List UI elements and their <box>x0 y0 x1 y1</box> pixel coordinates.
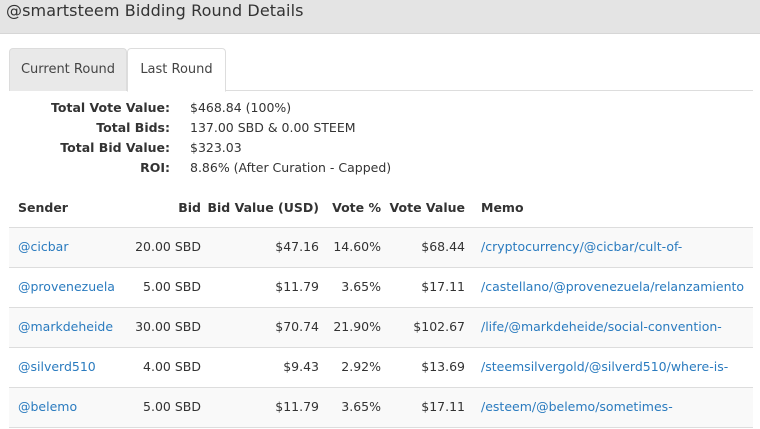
summary-label: ROI: <box>140 160 170 175</box>
summary-label: Total Vote Value: <box>51 100 170 115</box>
memo-link[interactable]: /steemsilvergold/@silverd510/where-is- <box>481 359 753 374</box>
summary-total-vote-value: Total Vote Value: $468.84 (100%) <box>0 100 760 120</box>
vote-value: $17.11 <box>421 399 465 414</box>
memo-link[interactable]: /castellano/@provenezuela/relanzamiento <box>481 279 753 294</box>
table-row: @cicbar 20.00 SBD $47.16 14.60% $68.44 /… <box>9 228 753 268</box>
tab-current-round[interactable]: Current Round <box>9 48 127 91</box>
vote-percent: 21.90% <box>333 319 381 334</box>
bid-value: $47.16 <box>275 239 319 254</box>
page-header: @smartsteem Bidding Round Details <box>0 0 760 34</box>
table-row: @belemo 5.00 SBD $11.79 3.65% $17.11 /es… <box>9 388 753 428</box>
bid-amount: 5.00 SBD <box>143 279 201 294</box>
round-tabs: Current Round Last Round <box>9 48 753 92</box>
memo-link[interactable]: /esteem/@belemo/sometimes- <box>481 399 753 414</box>
summary-value: $323.03 <box>190 140 242 155</box>
sender-link[interactable]: @cicbar <box>18 239 68 254</box>
column-memo: Memo <box>481 200 524 215</box>
vote-value: $17.11 <box>421 279 465 294</box>
sender-link[interactable]: @silverd510 <box>18 359 96 374</box>
table-header: Sender Bid Bid Value (USD) Vote % Vote V… <box>9 188 753 228</box>
column-bid-value: Bid Value (USD) <box>207 200 319 215</box>
tab-last-round[interactable]: Last Round <box>127 48 226 92</box>
table-row: @provenezuela 5.00 SBD $11.79 3.65% $17.… <box>9 268 753 308</box>
bid-amount: 4.00 SBD <box>143 359 201 374</box>
summary-total-bid-value: Total Bid Value: $323.03 <box>0 140 760 160</box>
vote-value: $102.67 <box>413 319 465 334</box>
vote-percent: 3.65% <box>341 399 381 414</box>
summary-total-bids: Total Bids: 137.00 SBD & 0.00 STEEM <box>0 120 760 140</box>
sender-link[interactable]: @markdeheide <box>18 319 113 334</box>
bid-value: $11.79 <box>275 279 319 294</box>
summary-label: Total Bids: <box>96 120 170 135</box>
sender-link[interactable]: @belemo <box>18 399 77 414</box>
summary-roi: ROI: 8.86% (After Curation - Capped) <box>0 160 760 180</box>
bid-value: $70.74 <box>275 319 319 334</box>
memo-link[interactable]: /cryptocurrency/@cicbar/cult-of- <box>481 239 753 254</box>
summary-value: $468.84 (100%) <box>190 100 292 115</box>
column-vote-value: Vote Value <box>389 200 465 215</box>
column-bid: Bid <box>178 200 201 215</box>
page-title: @smartsteem Bidding Round Details <box>6 1 304 20</box>
bid-value: $11.79 <box>275 399 319 414</box>
vote-percent: 3.65% <box>341 279 381 294</box>
bid-amount: 30.00 SBD <box>135 319 201 334</box>
bid-amount: 5.00 SBD <box>143 399 201 414</box>
summary-label: Total Bid Value: <box>60 140 170 155</box>
sender-link[interactable]: @provenezuela <box>18 279 115 294</box>
vote-value: $68.44 <box>421 239 465 254</box>
table-row: @markdeheide 30.00 SBD $70.74 21.90% $10… <box>9 308 753 348</box>
bid-amount: 20.00 SBD <box>135 239 201 254</box>
column-sender: Sender <box>18 200 68 215</box>
memo-link[interactable]: /life/@markdeheide/social-convention- <box>481 319 753 334</box>
vote-percent: 2.92% <box>341 359 381 374</box>
table-row: @silverd510 4.00 SBD $9.43 2.92% $13.69 … <box>9 348 753 388</box>
vote-value: $13.69 <box>421 359 465 374</box>
bid-value: $9.43 <box>283 359 319 374</box>
vote-percent: 14.60% <box>333 239 381 254</box>
summary-value: 8.86% (After Curation - Capped) <box>190 160 392 175</box>
summary-value: 137.00 SBD & 0.00 STEEM <box>190 120 356 135</box>
column-vote-pct: Vote % <box>332 200 381 215</box>
